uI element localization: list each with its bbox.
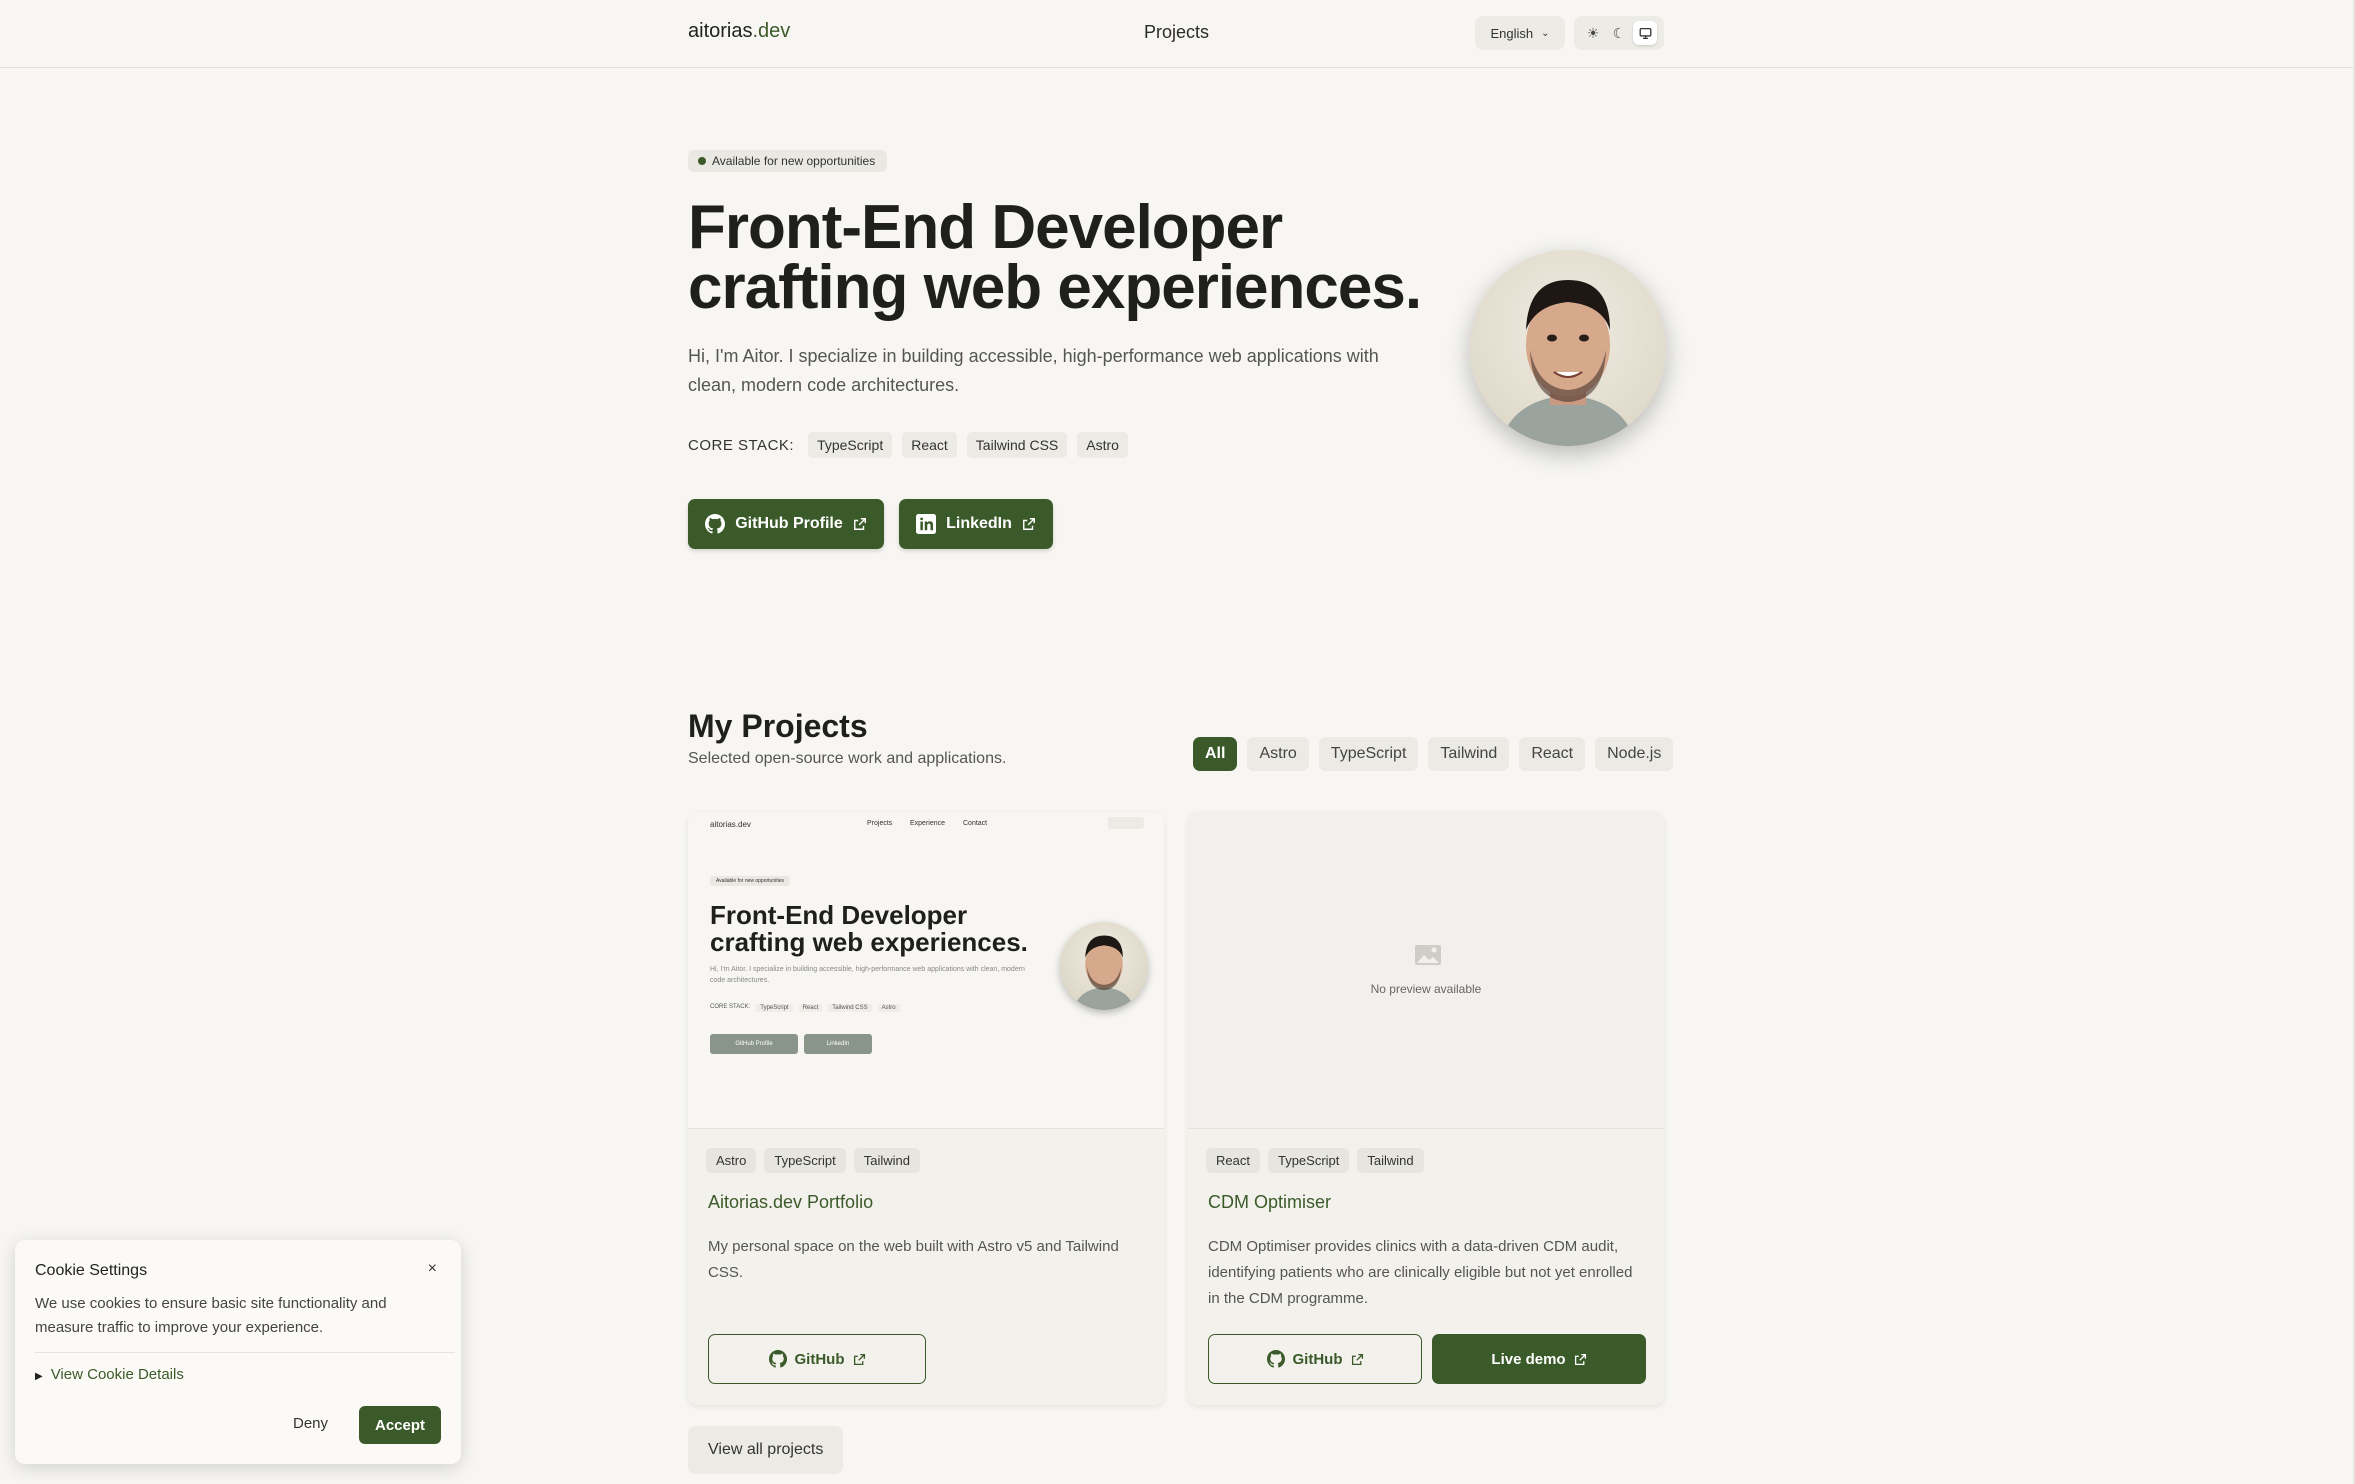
external-link-icon (1022, 518, 1035, 530)
moon-icon[interactable]: ☾ (1607, 21, 1631, 45)
no-preview-label: No preview available (1370, 982, 1482, 996)
github-icon (1266, 1350, 1285, 1368)
stack-chip: TypeScript (808, 432, 893, 458)
cookie-banner: Cookie Settings × We use cookies to ensu… (15, 1240, 461, 1464)
mini-title: Front-End Developer crafting web experie… (710, 900, 1028, 957)
deny-button[interactable]: Deny (293, 1415, 328, 1432)
stack-label: CORE STACK: (688, 436, 795, 454)
mini-github-button: GitHub Profile (710, 1034, 798, 1054)
project-tag: TypeScript (1267, 1148, 1350, 1173)
project-card: aitorias.dev Projects Experience Contact… (688, 812, 1164, 1405)
sun-icon[interactable]: ☀ (1581, 21, 1605, 45)
github-icon (768, 1350, 787, 1368)
stack-chip: React (902, 432, 957, 458)
view-all-projects-button[interactable]: View all projects (688, 1426, 844, 1474)
mini-nav-item: Projects (867, 820, 893, 827)
project-preview-image[interactable]: aitorias.dev Projects Experience Contact… (688, 812, 1164, 1129)
project-tag: Astro (706, 1148, 757, 1173)
external-link-icon (853, 1353, 865, 1365)
project-title[interactable]: Aitorias.dev Portfolio (708, 1192, 873, 1213)
project-tag: Tailwind (1357, 1148, 1424, 1173)
mini-badge: Available for new opportunities (710, 876, 791, 886)
language-label: English (1490, 25, 1534, 41)
external-link-icon (1574, 1353, 1586, 1365)
project-github-button[interactable]: GitHub (708, 1334, 926, 1384)
site-logo[interactable]: aitorias.dev (688, 20, 790, 43)
stack-chip: Tailwind CSS (966, 432, 1068, 458)
mini-avatar (1060, 922, 1148, 1010)
mini-site-preview: aitorias.dev Projects Experience Contact… (688, 812, 1164, 1129)
project-preview-placeholder: No preview available (1188, 812, 1664, 1129)
site-header: aitorias.dev Projects English ⌄ ☀ ☾ (0, 0, 2355, 68)
mini-linkedin-button: LinkedIn (804, 1034, 872, 1054)
language-selector[interactable]: English ⌄ (1475, 16, 1565, 50)
external-link-icon (1351, 1353, 1363, 1365)
divider (35, 1352, 455, 1353)
hero-title: Front-End Developer crafting web experien… (688, 193, 1422, 322)
projects-title: My Projects (688, 708, 868, 744)
core-stack: CORE STACK: TypeScript React Tailwind CS… (688, 432, 1128, 458)
github-icon (705, 514, 726, 534)
cookie-title: Cookie Settings (35, 1262, 148, 1279)
filter-tailwind[interactable]: Tailwind (1428, 737, 1510, 771)
project-github-button[interactable]: GitHub (1208, 1334, 1422, 1384)
stack-chip: Astro (1077, 432, 1128, 458)
project-tag: Tailwind (853, 1148, 921, 1173)
linkedin-button[interactable]: LinkedIn (899, 499, 1053, 549)
hero-description: Hi, I'm Aitor. I specialize in building … (688, 346, 1379, 395)
filter-react[interactable]: React (1519, 737, 1586, 771)
accept-button[interactable]: Accept (359, 1406, 441, 1444)
mini-stack: CORE STACK: TypeScript React Tailwind CS… (710, 1004, 900, 1012)
filter-nodejs[interactable]: Node.js (1595, 737, 1674, 771)
projects-subtitle: Selected open-source work and applicatio… (688, 750, 1007, 767)
filter-typescript[interactable]: TypeScript (1318, 737, 1419, 771)
project-tag: React (1206, 1148, 1260, 1173)
nav-link-projects[interactable]: Projects (1144, 22, 1209, 43)
project-tags: React TypeScript Tailwind (1206, 1148, 1424, 1173)
mini-nav-item: Experience (910, 820, 946, 827)
image-placeholder-icon (1415, 945, 1441, 965)
view-cookie-details-toggle[interactable]: View Cookie Details (35, 1366, 184, 1383)
mini-nav-item: Contact (963, 820, 988, 827)
external-link-icon (853, 518, 866, 530)
project-filters: All Astro TypeScript Tailwind React Node… (1193, 737, 1674, 771)
chevron-down-icon: ⌄ (1541, 27, 1550, 39)
project-description: My personal space on the web built with … (708, 1238, 1119, 1281)
cookie-text: We use cookies to ensure basic site func… (35, 1295, 387, 1336)
live-demo-button[interactable]: Live demo (1432, 1334, 1646, 1384)
mini-desc: Hi, I'm Aitor. I specialize in building … (710, 966, 1025, 984)
profile-avatar (1470, 250, 1666, 446)
project-description: CDM Optimiser provides clinics with a da… (1208, 1238, 1633, 1307)
filter-astro[interactable]: Astro (1247, 737, 1309, 771)
project-card: No preview available React TypeScript Ta… (1188, 812, 1664, 1405)
mini-theme (1108, 817, 1144, 829)
project-title[interactable]: CDM Optimiser (1208, 1192, 1331, 1213)
github-profile-button[interactable]: GitHub Profile (688, 499, 884, 549)
project-tag: TypeScript (764, 1148, 846, 1173)
filter-all[interactable]: All (1193, 737, 1238, 771)
theme-switcher: ☀ ☾ (1574, 16, 1664, 50)
close-icon[interactable]: × (428, 1260, 437, 1278)
project-tags: Astro TypeScript Tailwind (706, 1148, 921, 1173)
availability-badge: Available for new opportunities (688, 150, 888, 172)
monitor-icon[interactable] (1633, 21, 1657, 45)
mini-logo: aitorias.dev (710, 820, 751, 829)
linkedin-icon (916, 514, 937, 534)
